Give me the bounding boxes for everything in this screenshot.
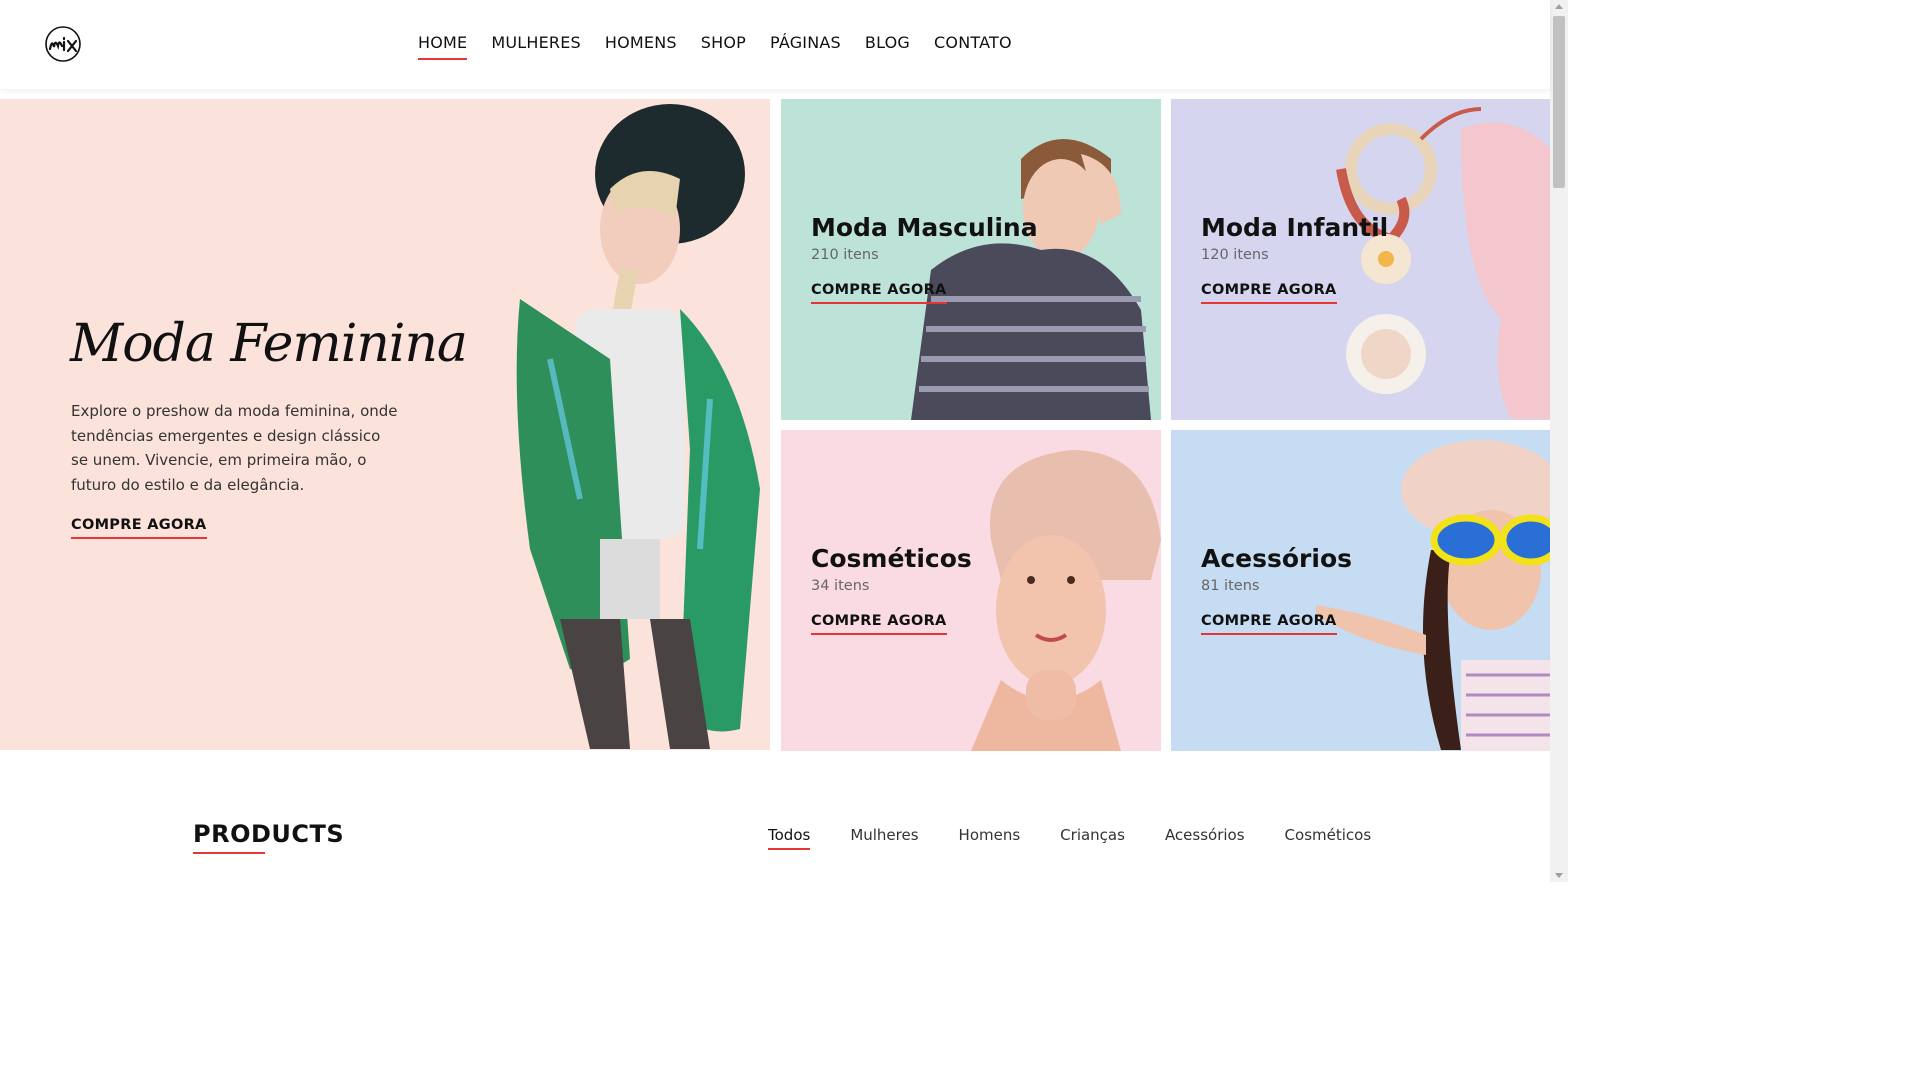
filter-criancas[interactable]: Crianças xyxy=(1060,826,1125,844)
scroll-down-icon[interactable] xyxy=(1555,873,1563,878)
card-item-count: 120 itens xyxy=(1201,247,1269,263)
nav-item-home[interactable]: HOME xyxy=(418,33,468,60)
site-logo[interactable] xyxy=(44,25,84,63)
card-title: Moda Masculina xyxy=(811,213,1038,242)
shop-now-link-cosmeticos[interactable]: COMPRE AGORA xyxy=(811,613,947,635)
shop-now-link-masculina[interactable]: COMPRE AGORA xyxy=(811,282,947,304)
products-section-title: PRODUCTS xyxy=(193,820,345,848)
man-fashion-image xyxy=(911,139,1151,420)
shop-now-link-infantil[interactable]: COMPRE AGORA xyxy=(1201,282,1337,304)
card-item-count: 210 itens xyxy=(811,247,879,263)
woman-fashion-image xyxy=(516,104,760,749)
nav-item-blog[interactable]: BLOG xyxy=(865,33,910,56)
woman-cosmetics-image xyxy=(971,450,1161,751)
card-item-count: 81 itens xyxy=(1201,578,1260,594)
scroll-up-icon[interactable] xyxy=(1555,4,1563,9)
nav-item-shop[interactable]: SHOP xyxy=(701,33,746,56)
banner-moda-masculina: Moda Masculina 210 itens COMPRE AGORA xyxy=(781,99,1161,420)
filter-homens[interactable]: Homens xyxy=(959,826,1021,844)
main-nav: HOME MULHERES HOMENS SHOP PÁGINAS BLOG C… xyxy=(418,33,1036,60)
banner-cosmeticos: Cosméticos 34 itens COMPRE AGORA xyxy=(781,430,1161,751)
filter-acessorios[interactable]: Acessórios xyxy=(1165,826,1245,844)
page-scrollbar[interactable] xyxy=(1550,0,1568,882)
scrollbar-thumb[interactable] xyxy=(1553,16,1565,188)
shop-now-link-acessorios[interactable]: COMPRE AGORA xyxy=(1201,613,1337,635)
filter-cosmeticos[interactable]: Cosméticos xyxy=(1285,826,1372,844)
card-title: Moda Infantil xyxy=(1201,213,1389,242)
banner-moda-feminina: Moda Feminina Explore o preshow da moda … xyxy=(0,99,770,750)
shop-now-link-feminina[interactable]: COMPRE AGORA xyxy=(71,517,207,539)
filter-todos[interactable]: Todos xyxy=(768,826,811,850)
site-header: HOME MULHERES HOMENS SHOP PÁGINAS BLOG C… xyxy=(0,0,1550,89)
nav-item-mulheres[interactable]: MULHERES xyxy=(491,33,581,56)
banner-acessorios: Acessórios 81 itens COMPRE AGORA xyxy=(1171,430,1551,751)
card-item-count: 34 itens xyxy=(811,578,870,594)
nav-item-paginas[interactable]: PÁGINAS xyxy=(770,33,841,56)
nav-item-contato[interactable]: CONTATO xyxy=(934,33,1012,56)
filter-mulheres[interactable]: Mulheres xyxy=(850,826,918,844)
girl-accessories-image xyxy=(1316,440,1551,751)
banner-description: Explore o preshow da moda feminina, onde… xyxy=(71,402,398,494)
products-title-underline xyxy=(193,852,265,854)
card-title: Acessórios xyxy=(1201,544,1353,573)
nav-item-homens[interactable]: HOMENS xyxy=(605,33,677,56)
banner-title: Moda Feminina xyxy=(70,314,468,374)
product-filter-tabs: Todos Mulheres Homens Crianças Acessório… xyxy=(768,826,1411,850)
banner-moda-infantil: Moda Infantil 120 itens COMPRE AGORA xyxy=(1171,99,1551,420)
kids-items-image xyxy=(1336,107,1551,420)
card-title: Cosméticos xyxy=(811,544,972,573)
